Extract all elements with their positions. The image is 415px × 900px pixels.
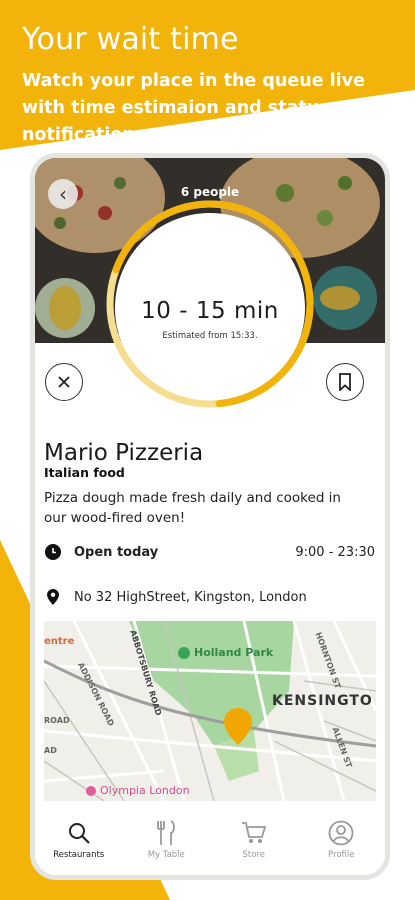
wait-time: 10 - 15 min <box>141 298 279 324</box>
bookmark-icon <box>339 373 351 391</box>
map-label: entre <box>44 636 75 647</box>
promo-subline: Watch your place in the queue live with … <box>22 71 365 145</box>
cart-icon <box>241 819 267 847</box>
close-icon <box>58 376 70 388</box>
profile-icon <box>328 819 354 847</box>
address-row: No 32 HighStreet, Kingston, London <box>44 588 374 606</box>
open-status: Open today <box>74 544 159 560</box>
nav-label: Profile <box>328 850 355 860</box>
cutlery-icon <box>154 819 178 847</box>
nav-profile[interactable]: Profile <box>306 803 376 875</box>
map-label: AD <box>44 746 57 755</box>
nav-label: My Table <box>147 850 185 860</box>
opening-hours: 9:00 - 23:30 <box>295 544 375 560</box>
nav-label: Store <box>242 850 265 860</box>
bottom-nav: Restaurants My Table Store Profile <box>35 803 385 875</box>
location-map[interactable]: entre ADDISON ROAD ABBOTSBURY ROAD Holla… <box>44 621 376 801</box>
search-icon <box>67 819 91 847</box>
clock-icon <box>44 543 62 561</box>
address-text: No 32 HighStreet, Kingston, London <box>74 589 307 605</box>
map-label: Olympia London <box>100 784 190 797</box>
nav-store[interactable]: Store <box>219 803 289 875</box>
restaurant-name: Mario Pizzeria <box>44 440 204 466</box>
map-label: Holland Park <box>194 646 274 659</box>
bookmark-button[interactable] <box>326 363 364 401</box>
nav-my-table[interactable]: My Table <box>131 803 201 875</box>
map-label: ROAD <box>44 716 70 725</box>
phone-frame: ‹ 6 people 10 - 15 min Estimated from 15… <box>30 153 390 880</box>
promo-headline: Your wait time <box>22 22 239 57</box>
restaurant-description: Pizza dough made fresh daily and cooked … <box>44 490 341 526</box>
map-label: KENSINGTO <box>272 693 373 709</box>
nav-restaurants[interactable]: Restaurants <box>44 803 114 875</box>
location-pin-icon <box>44 588 62 606</box>
restaurant-category: Italian food <box>44 465 125 480</box>
nav-label: Restaurants <box>53 850 105 860</box>
cancel-queue-button[interactable] <box>45 363 83 401</box>
estimated-from: Estimated from 15:33. <box>162 331 258 341</box>
